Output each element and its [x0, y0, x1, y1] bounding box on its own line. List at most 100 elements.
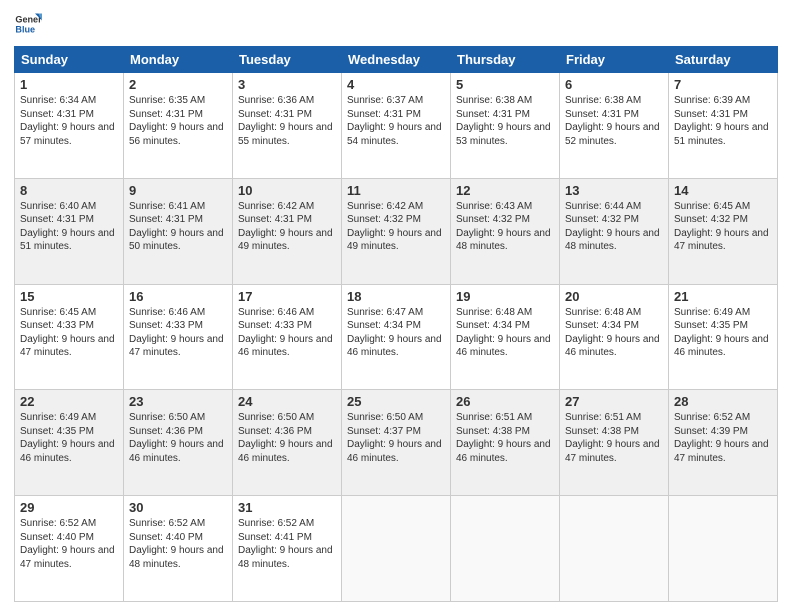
calendar-cell: 5 Sunrise: 6:38 AMSunset: 4:31 PMDaylight…: [451, 73, 560, 179]
calendar-cell: [560, 496, 669, 602]
day-number: 24: [238, 394, 336, 409]
day-info: Sunrise: 6:34 AMSunset: 4:31 PMDaylight:…: [20, 94, 118, 148]
calendar-cell: 2Sunrise: 6:35 AMSunset: 4:31 PMDaylight…: [124, 73, 233, 179]
day-number: 10: [238, 183, 336, 198]
calendar-cell: 21 Sunrise: 6:49 AMSunset: 4:35 PMDayligh…: [669, 284, 778, 390]
day-number: 3: [238, 77, 336, 92]
day-info: Sunrise: 6:41 AMSunset: 4:31 PMDaylight:…: [129, 200, 227, 254]
calendar-cell: 6Sunrise: 6:38 AMSunset: 4:31 PMDaylight…: [560, 73, 669, 179]
calendar-header-wednesday: Wednesday: [342, 47, 451, 73]
day-info: Sunrise: 6:42 AMSunset: 4:32 PMDaylight:…: [347, 200, 445, 254]
calendar-week-row: 1 Sunrise: 6:34 AMSunset: 4:31 PMDaylight…: [15, 73, 778, 179]
day-number: 9: [129, 183, 227, 198]
day-info: Sunrise: 6:45 AMSunset: 4:33 PMDaylight:…: [20, 306, 118, 360]
calendar-cell: 10 Sunrise: 6:42 AMSunset: 4:31 PMDayligh…: [233, 178, 342, 284]
calendar-cell: 20Sunrise: 6:48 AMSunset: 4:34 PMDayligh…: [560, 284, 669, 390]
day-info: Sunrise: 6:52 AMSunset: 4:39 PMDaylight:…: [674, 411, 772, 465]
calendar-week-row: 15 Sunrise: 6:45 AMSunset: 4:33 PMDayligh…: [15, 284, 778, 390]
calendar-cell: 24 Sunrise: 6:50 AMSunset: 4:36 PMDayligh…: [233, 390, 342, 496]
day-info: Sunrise: 6:49 AMSunset: 4:35 PMDaylight:…: [20, 411, 118, 465]
day-number: 4: [347, 77, 445, 92]
day-info: Sunrise: 6:48 AMSunset: 4:34 PMDaylight:…: [565, 306, 663, 360]
calendar-cell: 31 Sunrise: 6:52 AMSunset: 4:41 PMDayligh…: [233, 496, 342, 602]
day-info: Sunrise: 6:45 AMSunset: 4:32 PMDaylight:…: [674, 200, 772, 254]
day-info: Sunrise: 6:46 AMSunset: 4:33 PMDaylight:…: [129, 306, 227, 360]
day-info: Sunrise: 6:50 AMSunset: 4:37 PMDaylight:…: [347, 411, 445, 465]
day-info: Sunrise: 6:46 AMSunset: 4:33 PMDaylight:…: [238, 306, 336, 360]
calendar-cell: 4 Sunrise: 6:37 AMSunset: 4:31 PMDaylight…: [342, 73, 451, 179]
day-info: Sunrise: 6:47 AMSunset: 4:34 PMDaylight:…: [347, 306, 445, 360]
day-info: Sunrise: 6:48 AMSunset: 4:34 PMDaylight:…: [456, 306, 554, 360]
day-number: 14: [674, 183, 772, 198]
day-number: 27: [565, 394, 663, 409]
day-number: 26: [456, 394, 554, 409]
calendar-cell: [669, 496, 778, 602]
calendar-cell: 9 Sunrise: 6:41 AMSunset: 4:31 PMDaylight…: [124, 178, 233, 284]
calendar-cell: 25 Sunrise: 6:50 AMSunset: 4:37 PMDayligh…: [342, 390, 451, 496]
day-number: 30: [129, 500, 227, 515]
calendar-cell: 23 Sunrise: 6:50 AMSunset: 4:36 PMDayligh…: [124, 390, 233, 496]
day-info: Sunrise: 6:37 AMSunset: 4:31 PMDaylight:…: [347, 94, 445, 148]
day-info: Sunrise: 6:52 AMSunset: 4:41 PMDaylight:…: [238, 517, 336, 571]
day-number: 11: [347, 183, 445, 198]
calendar-week-row: 29 Sunrise: 6:52 AMSunset: 4:40 PMDayligh…: [15, 496, 778, 602]
day-number: 15: [20, 289, 118, 304]
calendar-cell: 30 Sunrise: 6:52 AMSunset: 4:40 PMDayligh…: [124, 496, 233, 602]
calendar-cell: 11 Sunrise: 6:42 AMSunset: 4:32 PMDayligh…: [342, 178, 451, 284]
calendar-table: SundayMondayTuesdayWednesdayThursdayFrid…: [14, 46, 778, 602]
day-info: Sunrise: 6:44 AMSunset: 4:32 PMDaylight:…: [565, 200, 663, 254]
day-number: 22: [20, 394, 118, 409]
calendar-cell: 15 Sunrise: 6:45 AMSunset: 4:33 PMDayligh…: [15, 284, 124, 390]
day-number: 12: [456, 183, 554, 198]
day-info: Sunrise: 6:43 AMSunset: 4:32 PMDaylight:…: [456, 200, 554, 254]
calendar-cell: 27Sunrise: 6:51 AMSunset: 4:38 PMDayligh…: [560, 390, 669, 496]
calendar-header-monday: Monday: [124, 47, 233, 73]
svg-text:Blue: Blue: [15, 24, 35, 34]
day-number: 5: [456, 77, 554, 92]
calendar-cell: 29 Sunrise: 6:52 AMSunset: 4:40 PMDayligh…: [15, 496, 124, 602]
logo-icon: General Blue: [14, 10, 42, 38]
calendar-cell: 13 Sunrise: 6:44 AMSunset: 4:32 PMDayligh…: [560, 178, 669, 284]
day-number: 25: [347, 394, 445, 409]
calendar-header-row: SundayMondayTuesdayWednesdayThursdayFrid…: [15, 47, 778, 73]
calendar-cell: 17 Sunrise: 6:46 AMSunset: 4:33 PMDayligh…: [233, 284, 342, 390]
page-container: General Blue SundayMondayTuesdayWednesda…: [0, 0, 792, 612]
day-info: Sunrise: 6:42 AMSunset: 4:31 PMDaylight:…: [238, 200, 336, 254]
day-info: Sunrise: 6:49 AMSunset: 4:35 PMDaylight:…: [674, 306, 772, 360]
calendar-header-saturday: Saturday: [669, 47, 778, 73]
header: General Blue: [14, 10, 778, 38]
calendar-header-friday: Friday: [560, 47, 669, 73]
day-number: 13: [565, 183, 663, 198]
day-info: Sunrise: 6:40 AMSunset: 4:31 PMDaylight:…: [20, 200, 118, 254]
day-number: 6: [565, 77, 663, 92]
calendar-week-row: 8 Sunrise: 6:40 AMSunset: 4:31 PMDaylight…: [15, 178, 778, 284]
day-info: Sunrise: 6:50 AMSunset: 4:36 PMDaylight:…: [129, 411, 227, 465]
day-info: Sunrise: 6:39 AMSunset: 4:31 PMDaylight:…: [674, 94, 772, 148]
day-number: 2: [129, 77, 227, 92]
day-info: Sunrise: 6:51 AMSunset: 4:38 PMDaylight:…: [456, 411, 554, 465]
day-number: 31: [238, 500, 336, 515]
calendar-cell: 16 Sunrise: 6:46 AMSunset: 4:33 PMDayligh…: [124, 284, 233, 390]
day-info: Sunrise: 6:50 AMSunset: 4:36 PMDaylight:…: [238, 411, 336, 465]
calendar-cell: 12 Sunrise: 6:43 AMSunset: 4:32 PMDayligh…: [451, 178, 560, 284]
day-number: 21: [674, 289, 772, 304]
day-number: 7: [674, 77, 772, 92]
day-info: Sunrise: 6:38 AMSunset: 4:31 PMDaylight:…: [456, 94, 554, 148]
calendar-cell: 7 Sunrise: 6:39 AMSunset: 4:31 PMDaylight…: [669, 73, 778, 179]
day-number: 23: [129, 394, 227, 409]
day-info: Sunrise: 6:52 AMSunset: 4:40 PMDaylight:…: [20, 517, 118, 571]
calendar-cell: 8 Sunrise: 6:40 AMSunset: 4:31 PMDaylight…: [15, 178, 124, 284]
day-number: 29: [20, 500, 118, 515]
calendar-cell: 19Sunrise: 6:48 AMSunset: 4:34 PMDayligh…: [451, 284, 560, 390]
day-info: Sunrise: 6:52 AMSunset: 4:40 PMDaylight:…: [129, 517, 227, 571]
day-number: 8: [20, 183, 118, 198]
day-number: 16: [129, 289, 227, 304]
calendar-header-sunday: Sunday: [15, 47, 124, 73]
day-number: 1: [20, 77, 118, 92]
day-info: Sunrise: 6:36 AMSunset: 4:31 PMDaylight:…: [238, 94, 336, 148]
calendar-cell: 14 Sunrise: 6:45 AMSunset: 4:32 PMDayligh…: [669, 178, 778, 284]
logo: General Blue: [14, 10, 46, 38]
calendar-cell: 22 Sunrise: 6:49 AMSunset: 4:35 PMDayligh…: [15, 390, 124, 496]
calendar-week-row: 22 Sunrise: 6:49 AMSunset: 4:35 PMDayligh…: [15, 390, 778, 496]
day-number: 17: [238, 289, 336, 304]
